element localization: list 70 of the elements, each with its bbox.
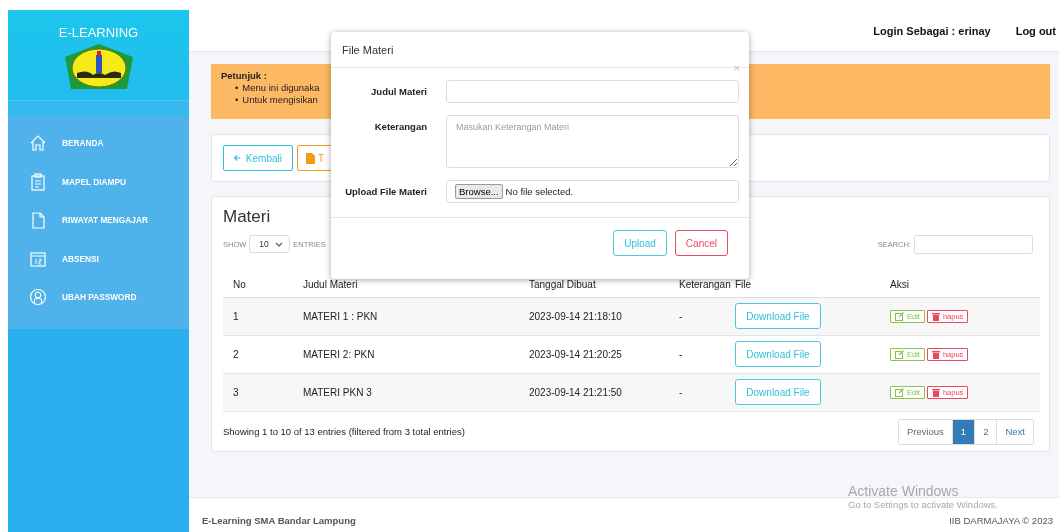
text-field[interactable]: [446, 80, 739, 103]
chevron-down-icon: [275, 241, 284, 247]
sidebar-item[interactable]: BERANDA: [8, 124, 189, 163]
calendar-icon: [29, 249, 47, 268]
search-field[interactable]: [914, 234, 1033, 254]
table-cell: MATERI 2: PKN: [302, 335, 528, 373]
cancel-button[interactable]: Cancel: [674, 230, 728, 256]
sidebar-item[interactable]: MAPEL DIAMPU: [8, 162, 189, 201]
download-button[interactable]: Download File: [735, 303, 821, 329]
activation-title: Activate Windows: [848, 483, 960, 499]
activation-text: Go to Settings to activate Windows.: [848, 499, 998, 510]
table-cell: -: [678, 297, 734, 335]
alert-item: Untuk mengisikan: [242, 94, 318, 106]
document-icon: [29, 211, 47, 230]
modal-title: File Materi: [342, 43, 394, 56]
close-button[interactable]: ×: [733, 63, 740, 74]
field-label: Upload File Materi: [344, 185, 427, 197]
table-cell: 2023-09-14 21:20:25: [528, 335, 678, 373]
bullet: •: [235, 82, 239, 94]
user-icon: [29, 288, 47, 307]
sidebar-item[interactable]: RIWAYAT MENGAJAR: [8, 201, 189, 240]
page-link[interactable]: 2: [974, 419, 997, 444]
footer-text: E-Learning SMA Bandar Lampung: [202, 515, 356, 526]
edit-icon: [895, 311, 904, 321]
table-cell: -: [678, 373, 734, 411]
trash-icon: [931, 311, 940, 321]
column-header: Aksi: [889, 267, 1040, 297]
sidebar-item[interactable]: UBAH PASSWORD: [8, 278, 189, 317]
download-button[interactable]: Download File: [735, 341, 821, 367]
upload-button[interactable]: Upload: [613, 230, 667, 256]
app-title: E-LEARNING: [58, 25, 139, 41]
logo-icon: [62, 43, 135, 91]
page-link[interactable]: Next: [996, 419, 1033, 444]
sidebar-item[interactable]: ABSENSI: [8, 239, 189, 278]
table-cell: MATERI 1 : PKN: [302, 297, 528, 335]
clipboard-icon: [29, 172, 47, 191]
copyright-text: IIB DARMAJAYA © 2023: [949, 515, 1053, 526]
alert-title: Petunjuk :: [221, 70, 268, 81]
edit-icon: [895, 387, 904, 397]
file-field[interactable]: Browse... No file selected.: [446, 180, 739, 203]
house-icon: [29, 134, 47, 153]
file-name: No file selected.: [505, 186, 574, 197]
trash-icon: [931, 387, 940, 397]
table-cell: 2023-09-14 21:21:50: [528, 373, 678, 411]
field-label: Keterangan: [373, 120, 427, 132]
table-cell: -: [678, 335, 734, 373]
textarea-field[interactable]: Masukan Keterangan Materi: [446, 115, 739, 168]
arrow-left-icon: [234, 153, 241, 163]
edit-icon: [895, 349, 904, 359]
logout-link[interactable]: Log out: [1015, 24, 1056, 37]
section-title: Materi: [223, 207, 272, 228]
table-cell: 2: [223, 335, 302, 373]
field-label: Judul Materi: [370, 85, 427, 97]
alert-item: Menu ini digunaka: [242, 82, 320, 94]
column-header: No: [223, 267, 302, 297]
back-button[interactable]: Kembali: [223, 145, 293, 171]
trash-icon: [931, 349, 940, 359]
page-link[interactable]: 1: [951, 419, 975, 444]
table-cell: 3: [223, 373, 302, 411]
table-cell: 1: [223, 297, 302, 335]
file-icon: [306, 152, 315, 164]
browse-button[interactable]: Browse...: [455, 184, 503, 199]
page-link[interactable]: Previous: [898, 419, 952, 444]
table-cell: MATERI PKN 3: [302, 373, 528, 411]
entries-select[interactable]: 10: [249, 235, 291, 253]
bullet: •: [235, 94, 239, 106]
entries-info: Showing 1 to 10 of 13 entries (filtered from 3 total entries): [223, 426, 465, 437]
download-button[interactable]: Download File: [735, 379, 821, 405]
table-cell: 2023-09-14 21:18:10: [528, 297, 678, 335]
login-label: Login Sebagai : erinay: [873, 24, 991, 37]
